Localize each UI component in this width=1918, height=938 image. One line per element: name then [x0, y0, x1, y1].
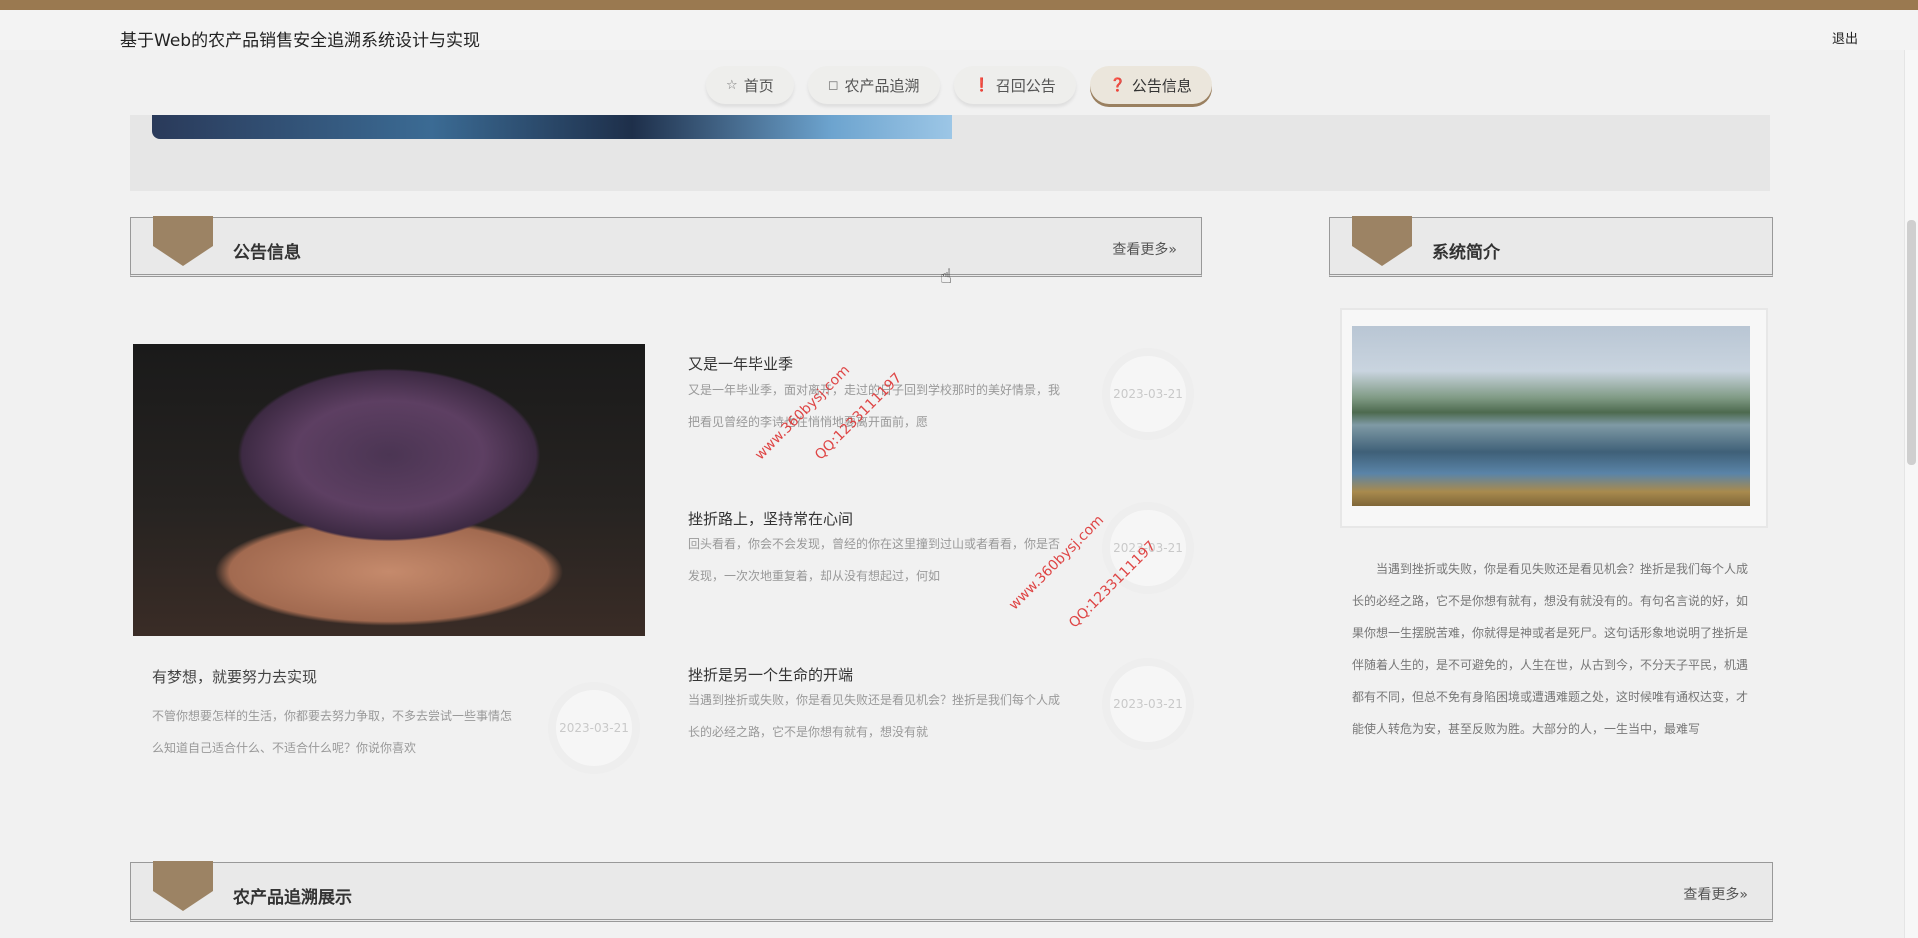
- section-tab-decoration: [153, 861, 213, 911]
- date-badge: 2023-03-21: [1102, 348, 1194, 440]
- section-tab-decoration: [1352, 216, 1412, 266]
- scrollbar-thumb[interactable]: [1907, 220, 1916, 465]
- feature-news-title[interactable]: 有梦想，就要努力去实现: [152, 666, 317, 687]
- pointer-cursor-icon: ☝: [940, 264, 953, 288]
- products-section-header: 农产品追溯展示 查看更多»: [130, 861, 1773, 922]
- question-circle-icon: ❓: [1109, 77, 1126, 93]
- intro-text: 当遇到挫折或失败，你是看见失败还是看见机会？挫折是我们每个人成长的必经之路，它不…: [1352, 562, 1749, 736]
- news-item-desc: 回头看看，你会不会发现，曾经的你在这里撞到过山或者看看，你是否发现，一次次地重复…: [688, 537, 1061, 583]
- header-bar: 基于Web的农产品销售安全追溯系统设计与实现 退出: [0, 10, 1918, 51]
- star-outline-icon: ☆: [726, 77, 738, 93]
- section-title: 农产品追溯展示: [233, 888, 352, 908]
- announcements-section-header: 公告信息 查看更多»: [130, 216, 1202, 277]
- news-item-title[interactable]: 挫折路上，坚持常在心间: [688, 508, 853, 529]
- nav-label: 召回公告: [995, 76, 1056, 95]
- intro-image: [1352, 326, 1750, 506]
- news-item-title[interactable]: 挫折是另一个生命的开端: [688, 664, 853, 685]
- banner-carousel[interactable]: [130, 115, 1770, 191]
- nav-item-home[interactable]: ☆ 首页: [706, 66, 794, 104]
- shopping-bag-icon: ◻: [827, 77, 839, 93]
- section-title: 系统简介: [1432, 243, 1500, 263]
- exclamation-circle-icon: ❗: [973, 77, 990, 93]
- nav-item-announcements[interactable]: ❓ 公告信息: [1089, 66, 1212, 104]
- intro-section-header: 系统简介: [1329, 216, 1773, 277]
- news-item-desc: 当遇到挫折或失败，你是看见失败还是看见机会？挫折是我们每个人成长的必经之路，它不…: [688, 693, 1061, 739]
- site-title: 基于Web的农产品销售安全追溯系统设计与实现: [120, 31, 481, 51]
- feature-news-desc: 不管你想要怎样的生活，你都要去努力争取，不多去尝试一些事情怎么知道自己适合什么、…: [152, 709, 513, 755]
- main-nav: ☆ 首页 ◻ 农产品追溯 ❗ 召回公告 ❓ 公告信息: [0, 66, 1918, 108]
- date-badge: 2023-03-21: [1102, 658, 1194, 750]
- news-item-title[interactable]: 又是一年毕业季: [688, 353, 793, 374]
- top-accent-bar: [0, 0, 1918, 10]
- logout-link[interactable]: 退出: [1832, 28, 1858, 47]
- nav-label: 公告信息: [1131, 76, 1192, 95]
- nav-item-recall-notice[interactable]: ❗ 召回公告: [953, 66, 1076, 104]
- date-badge: 2023-03-21: [548, 682, 640, 774]
- feature-news-image[interactable]: [133, 344, 645, 636]
- view-more-link[interactable]: 查看更多»: [1683, 884, 1748, 904]
- section-title: 公告信息: [233, 243, 301, 263]
- banner-image: [152, 115, 952, 139]
- nav-item-product-trace[interactable]: ◻ 农产品追溯: [807, 66, 940, 104]
- section-tab-decoration: [153, 216, 213, 266]
- view-more-link[interactable]: 查看更多»: [1112, 239, 1177, 259]
- nav-label: 首页: [743, 76, 774, 95]
- nav-label: 农产品追溯: [844, 76, 920, 95]
- vertical-scrollbar[interactable]: [1904, 50, 1918, 938]
